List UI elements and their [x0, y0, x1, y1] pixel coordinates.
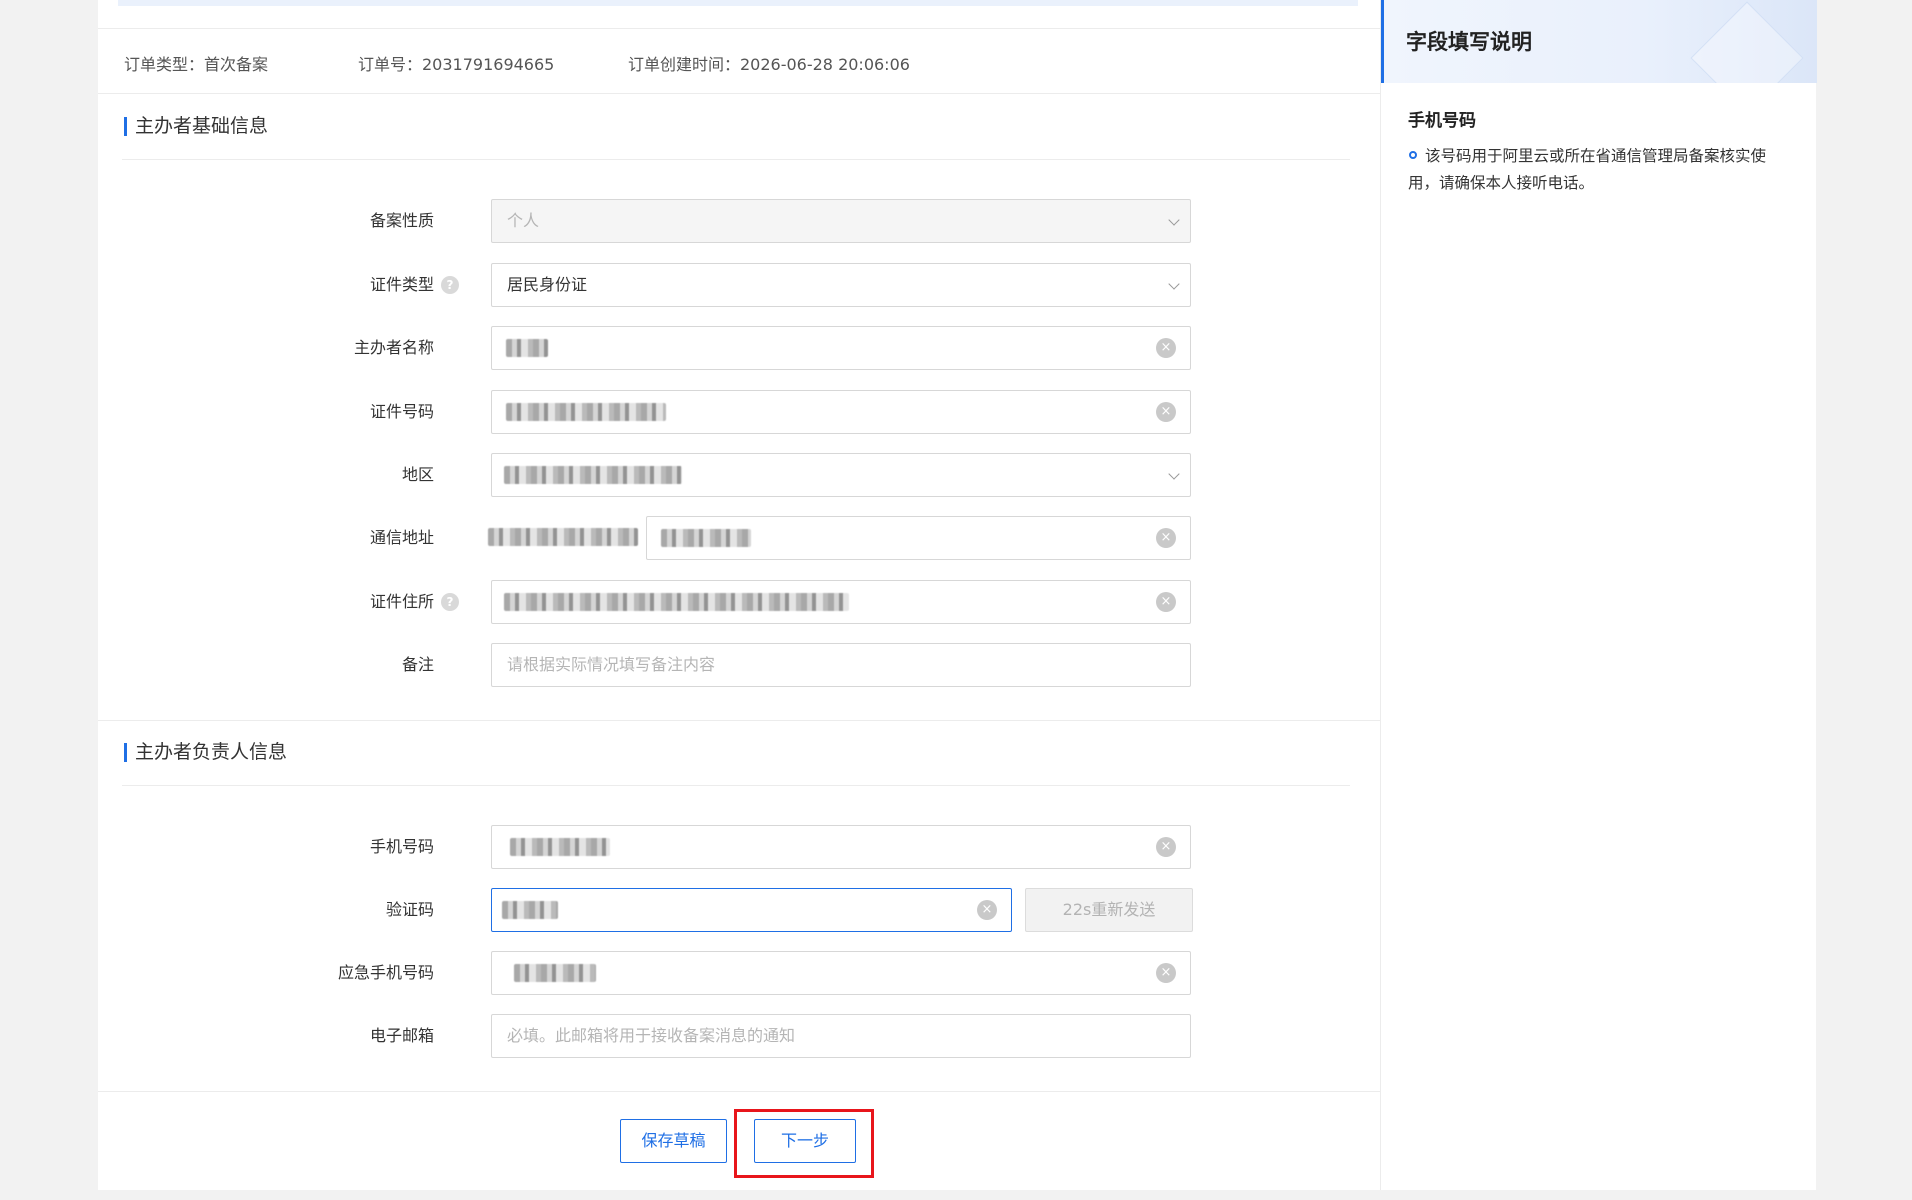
sponsor-name-input[interactable]: ×	[491, 326, 1191, 370]
label-id-address: 证件住所	[369, 592, 434, 611]
redacted-value	[504, 466, 682, 484]
remark-input[interactable]: 请根据实际情况填写备注内容	[491, 643, 1191, 687]
next-step-button[interactable]: 下一步	[754, 1119, 856, 1163]
verification-code-input[interactable]: ×	[491, 888, 1012, 932]
mailing-address-input[interactable]: ×	[646, 516, 1191, 560]
phone-input[interactable]: ×	[491, 825, 1191, 869]
chevron-down-icon	[1168, 278, 1180, 290]
help-icon[interactable]: ?	[441, 593, 459, 611]
chevron-down-icon	[1168, 214, 1180, 226]
main-form-panel: 订单类型：首次备案 订单号：2031791694665 订单创建时间：2026-…	[98, 0, 1380, 1190]
email-input[interactable]: 必填。此邮箱将用于接收备案消息的通知	[491, 1014, 1191, 1058]
chevron-down-icon	[1168, 468, 1180, 480]
sidebar-header: 字段填写说明	[1381, 0, 1817, 83]
label-mailing-address: 通信地址	[369, 528, 434, 547]
help-icon[interactable]: ?	[441, 276, 459, 294]
remark-placeholder: 请根据实际情况填写备注内容	[507, 655, 716, 674]
order-number: 订单号：2031791694665	[358, 55, 555, 74]
region-select[interactable]	[491, 453, 1191, 497]
section-title-contact: 主办者负责人信息	[124, 741, 287, 763]
redacted-value	[661, 529, 751, 547]
id-address-input[interactable]: ×	[491, 580, 1191, 624]
label-region: 地区	[401, 465, 434, 484]
filing-nature-value: 个人	[507, 211, 540, 230]
clear-icon[interactable]: ×	[1156, 837, 1176, 857]
label-emergency-phone: 应急手机号码	[337, 963, 434, 982]
field-help-sidebar: 字段填写说明 手机号码 该号码用于阿里云或所在省通信管理局备案核实使用，请确保本…	[1380, 0, 1817, 1190]
redacted-value	[514, 964, 596, 982]
label-phone: 手机号码	[369, 837, 434, 856]
label-filing-nature: 备案性质	[369, 211, 434, 230]
label-verification-code: 验证码	[385, 900, 434, 919]
clear-icon[interactable]: ×	[1156, 592, 1176, 612]
clear-icon[interactable]: ×	[1156, 402, 1176, 422]
resend-code-button[interactable]: 22s重新发送	[1025, 888, 1193, 932]
sidebar-field-description: 该号码用于阿里云或所在省通信管理局备案核实使用，请确保本人接听电话。	[1408, 147, 1767, 192]
redacted-region-prefix	[488, 528, 638, 546]
label-id-number: 证件号码	[369, 402, 434, 421]
redacted-value	[504, 593, 849, 611]
top-progress-strip	[118, 0, 1358, 6]
clear-icon[interactable]: ×	[1156, 338, 1176, 358]
clear-icon[interactable]: ×	[977, 900, 997, 920]
section-divider	[122, 785, 1350, 786]
redacted-value	[506, 339, 548, 357]
order-info-bar: 订单类型：首次备案 订单号：2031791694665 订单创建时间：2026-…	[98, 28, 1380, 94]
sidebar-title: 字段填写说明	[1406, 30, 1532, 54]
email-placeholder: 必填。此邮箱将用于接收备案消息的通知	[507, 1026, 796, 1045]
emergency-phone-input[interactable]: ×	[491, 951, 1191, 995]
sidebar-field-name: 手机号码	[1408, 111, 1476, 131]
order-created-time: 订单创建时间：2026-06-28 20:06:06	[628, 55, 910, 74]
footer-separator	[98, 1091, 1380, 1092]
order-type: 订单类型：首次备案	[124, 55, 269, 74]
label-sponsor-name: 主办者名称	[353, 338, 434, 357]
header-decoration	[1690, 1, 1804, 83]
label-email: 电子邮箱	[369, 1026, 434, 1045]
redacted-value	[506, 403, 666, 421]
redacted-value	[510, 838, 610, 856]
section-title-basic: 主办者基础信息	[124, 115, 268, 137]
save-draft-button[interactable]: 保存草稿	[620, 1119, 727, 1163]
section-separator	[98, 720, 1380, 721]
section-divider	[122, 159, 1350, 160]
label-remark: 备注	[401, 655, 434, 674]
redacted-value	[502, 901, 558, 919]
label-id-type: 证件类型	[369, 275, 434, 294]
filing-nature-select[interactable]: 个人	[491, 199, 1191, 243]
id-type-value: 居民身份证	[507, 275, 588, 294]
clear-icon[interactable]: ×	[1156, 528, 1176, 548]
id-type-select[interactable]: 居民身份证	[491, 263, 1191, 307]
id-number-input[interactable]: ×	[491, 390, 1191, 434]
clear-icon[interactable]: ×	[1156, 963, 1176, 983]
